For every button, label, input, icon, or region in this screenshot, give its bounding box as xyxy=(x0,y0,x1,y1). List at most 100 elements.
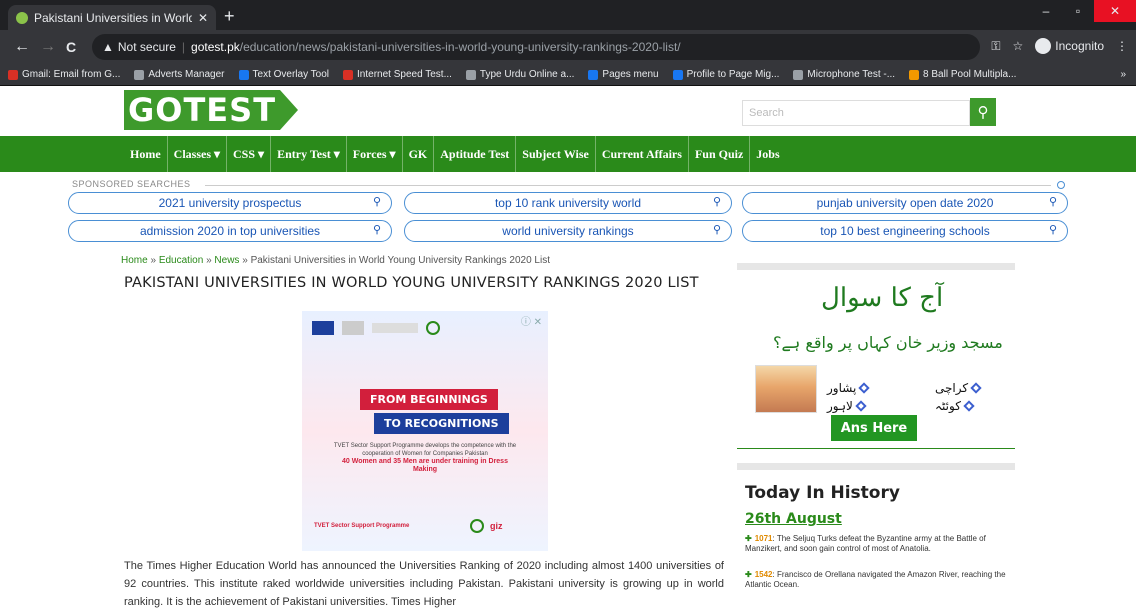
menu-icon[interactable]: ⋮ xyxy=(1116,39,1128,53)
nav-gk[interactable]: GK xyxy=(403,136,435,172)
bookmark-item[interactable]: Internet Speed Test... xyxy=(343,69,452,80)
nav-subject-wise[interactable]: Subject Wise xyxy=(516,136,596,172)
bookmark-item[interactable]: Pages menu xyxy=(588,69,659,80)
bookmark-label: 8 Ball Pool Multipla... xyxy=(923,69,1017,80)
key-icon[interactable]: ⚿ xyxy=(991,39,1000,54)
close-window-button[interactable]: ✕ xyxy=(1094,0,1136,22)
diamond-icon xyxy=(855,400,867,412)
answer-button[interactable]: Ans Here xyxy=(831,415,917,441)
address-toolbar: ← → C ▲ Not secure | gotest.pk /educatio… xyxy=(0,30,1136,64)
bookmark-item[interactable]: Adverts Manager xyxy=(134,69,225,80)
bookmark-label: Pages menu xyxy=(602,69,659,80)
breadcrumb-news[interactable]: News xyxy=(214,255,239,266)
sponsored-search-pill[interactable]: 2021 university prospectus ⚲ xyxy=(68,192,392,214)
bookmark-label: Adverts Manager xyxy=(148,69,225,80)
bookmark-item[interactable]: Text Overlay Tool xyxy=(238,69,330,80)
breadcrumb-education[interactable]: Education xyxy=(159,255,203,266)
seal-icon xyxy=(426,321,440,335)
option-label: کوئٹہ xyxy=(935,399,961,413)
search-button[interactable]: ⚲ xyxy=(970,98,996,126)
history-item: ✚ 1071: The Seljuq Turks defeat the Byzan… xyxy=(745,534,986,553)
web-page: GOTEST Search ⚲ Home Classes ▾ CSS ▾ Ent… xyxy=(0,86,1136,610)
quiz-option[interactable]: پشاور xyxy=(827,381,870,395)
sponsored-divider xyxy=(205,185,1051,186)
bookmark-item[interactable]: Type Urdu Online a... xyxy=(465,69,574,80)
site-favicon-icon xyxy=(16,11,28,24)
facebook-icon xyxy=(238,69,249,80)
ad-footer-logos: giz xyxy=(470,519,503,533)
sponsored-search-pill[interactable]: punjab university open date 2020 ⚲ xyxy=(742,192,1068,214)
bookmark-item[interactable]: Profile to Page Mig... xyxy=(672,69,779,80)
ad-heading-2: TO RECOGNITIONS xyxy=(374,413,509,434)
history-date[interactable]: 26th August xyxy=(745,511,842,527)
nav-css[interactable]: CSS ▾ xyxy=(227,136,272,172)
quiz-option[interactable]: کراچی xyxy=(935,381,982,395)
tab-close-icon[interactable]: ✕ xyxy=(198,11,208,25)
url-path: /education/news/pakistani-universities-i… xyxy=(239,40,681,54)
search-icon: ⚲ xyxy=(372,196,381,208)
security-label: Not secure xyxy=(117,40,176,54)
nav-home[interactable]: Home xyxy=(124,136,168,172)
ad-close-icon[interactable]: ⓘ ✕ xyxy=(521,313,542,328)
quiz-underline xyxy=(737,448,1015,449)
sponsored-search-pill[interactable]: top 10 best engineering schools ⚲ xyxy=(742,220,1068,242)
pill-label: 2021 university prospectus xyxy=(158,196,302,210)
breadcrumb-home[interactable]: Home xyxy=(121,255,148,266)
ads-icon xyxy=(134,69,145,80)
bookmark-item[interactable]: 8 Ball Pool Multipla... xyxy=(909,69,1016,80)
address-bar[interactable]: ▲ Not secure | gotest.pk /education/news… xyxy=(92,34,980,60)
diamond-icon xyxy=(970,382,982,394)
back-button[interactable]: ← xyxy=(14,38,30,56)
bookmark-item[interactable]: Gmail: Email from G... xyxy=(8,69,120,80)
breadcrumb-sep: » xyxy=(150,255,157,266)
facebook-icon xyxy=(672,69,683,80)
game-icon xyxy=(909,69,920,80)
incognito-icon xyxy=(1035,38,1052,54)
bookmark-label: Text Overlay Tool xyxy=(252,69,330,80)
site-logo[interactable]: GOTEST xyxy=(124,88,299,132)
search-icon: ⚲ xyxy=(1048,196,1057,208)
bookmark-label: Microphone Test -... xyxy=(807,69,896,80)
bookmark-item[interactable]: Microphone Test -... xyxy=(793,69,895,80)
more-bookmarks-button[interactable]: » xyxy=(1120,69,1126,80)
sponsored-search-pill[interactable]: world university rankings ⚲ xyxy=(404,220,732,242)
star-icon[interactable]: ☆ xyxy=(1013,39,1024,53)
browser-tab[interactable]: Pakistani Universities in World Yo ✕ xyxy=(8,5,216,30)
speed-icon xyxy=(343,69,354,80)
info-icon[interactable] xyxy=(1057,181,1065,189)
ad-logos xyxy=(312,321,440,335)
breadcrumb: Home » Education » News » Pakistani Univ… xyxy=(121,255,550,266)
history-year[interactable]: 1071 xyxy=(755,534,773,543)
history-year[interactable]: 1542 xyxy=(755,570,773,579)
nav-aptitude-test[interactable]: Aptitude Test xyxy=(434,136,517,172)
plus-icon: ✚ xyxy=(745,570,752,579)
minimize-button[interactable]: – xyxy=(1030,0,1062,22)
nav-forces[interactable]: Forces ▾ xyxy=(347,136,403,172)
forward-button[interactable]: → xyxy=(40,38,56,56)
advertisement[interactable]: ⓘ ✕ FROM BEGINNINGS TO RECOGNITIONS TVET… xyxy=(302,311,548,551)
reload-button[interactable]: C xyxy=(66,39,76,55)
new-tab-button[interactable]: + xyxy=(224,6,235,27)
quiz-option[interactable]: کوئٹہ xyxy=(935,399,975,413)
incognito-indicator[interactable]: Incognito xyxy=(1035,38,1104,54)
url-separator: | xyxy=(181,40,186,54)
pill-label: world university rankings xyxy=(502,224,634,238)
maximize-button[interactable]: ▫ xyxy=(1062,0,1094,22)
nav-jobs[interactable]: Jobs xyxy=(750,136,785,172)
ad-body-text: TVET Sector Support Programme develops t… xyxy=(333,443,517,457)
nav-current-affairs[interactable]: Current Affairs xyxy=(596,136,689,172)
ad-footer: TVET Sector Support Programme xyxy=(314,523,410,529)
site-search-input[interactable]: Search xyxy=(742,100,970,126)
search-icon: ⚲ xyxy=(372,224,381,236)
giz-logo: giz xyxy=(490,521,503,531)
seal-icon xyxy=(470,519,484,533)
nav-entry-test[interactable]: Entry Test ▾ xyxy=(271,136,347,172)
sponsored-search-pill[interactable]: top 10 rank university world ⚲ xyxy=(404,192,732,214)
quiz-option[interactable]: لاہور xyxy=(827,399,867,413)
nav-classes[interactable]: Classes ▾ xyxy=(168,136,228,172)
ad-highlight: 40 Women and 35 Men are under training i… xyxy=(342,458,508,473)
pill-label: admission 2020 in top universities xyxy=(139,224,321,238)
sponsored-search-pill[interactable]: admission 2020 in top universities ⚲ xyxy=(68,220,392,242)
nav-fun-quiz[interactable]: Fun Quiz xyxy=(689,136,751,172)
article-paragraph: The Times Higher Education World has ann… xyxy=(124,560,724,608)
